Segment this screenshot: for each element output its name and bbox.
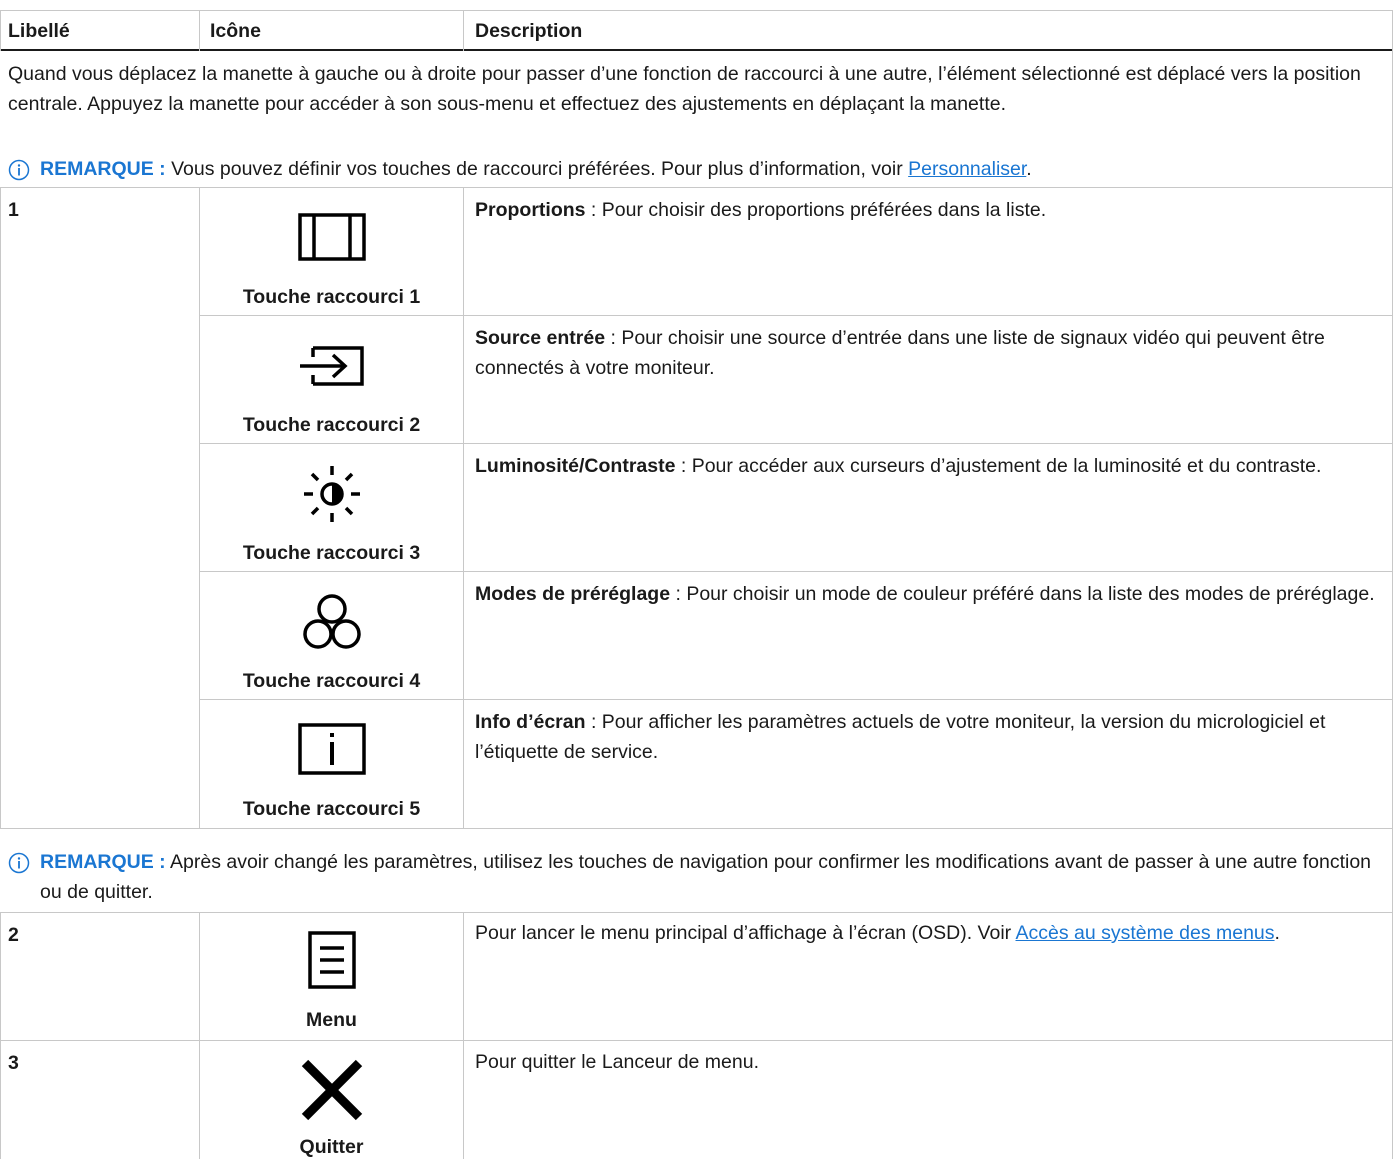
aspect-ratio-icon xyxy=(297,213,366,261)
exit-description: Pour quitter le Lanceur de menu. xyxy=(475,1051,760,1073)
note-2: REMARQUE : Après avoir changé les paramè… xyxy=(40,847,1385,907)
divider xyxy=(0,912,1393,913)
brightness-icon xyxy=(303,466,360,522)
desc-text: : Pour afficher les paramètres actuels d… xyxy=(475,711,1326,763)
shortcut-1-icon xyxy=(200,212,463,262)
desc-text: : Pour choisir un mode de couleur préfér… xyxy=(670,583,1375,605)
menu-caption: Menu xyxy=(306,1009,357,1031)
menu-icon-cell xyxy=(200,930,463,990)
shortcut-2-icon xyxy=(200,345,463,387)
desc-title: Info d’écran xyxy=(475,711,586,733)
menu-icon xyxy=(307,931,356,989)
desc-text: : Pour accéder aux curseurs d’ajustement… xyxy=(675,455,1322,477)
desc-title: Proportions xyxy=(475,199,586,221)
shortcut-2-caption: Touche raccourci 2 xyxy=(242,414,421,436)
info-icon xyxy=(8,159,30,181)
exit-caption: Quitter xyxy=(299,1136,364,1158)
note-label: REMARQUE : xyxy=(40,851,166,873)
desc-text: Pour lancer le menu principal d’affichag… xyxy=(475,922,1016,944)
menu-description: Pour lancer le menu principal d’affichag… xyxy=(475,918,1375,948)
row-number: 3 xyxy=(8,1052,19,1074)
col-divider xyxy=(199,10,200,51)
row-number: 1 xyxy=(8,199,19,221)
close-icon xyxy=(301,1059,362,1121)
divider xyxy=(200,315,1393,316)
shortcut-5-caption: Touche raccourci 5 xyxy=(242,798,421,820)
border-left xyxy=(0,10,1,51)
header-underline xyxy=(0,49,1393,51)
divider xyxy=(200,571,1393,572)
col-divider xyxy=(463,912,464,1159)
header-icon: Icône xyxy=(210,20,261,42)
col-divider xyxy=(463,187,464,828)
header-label: Libellé xyxy=(8,20,70,42)
header-description: Description xyxy=(475,20,583,42)
shortcut-5-icon xyxy=(200,722,463,776)
shortcut-2-description: Source entrée : Pour choisir une source … xyxy=(475,323,1375,383)
preset-modes-icon xyxy=(302,594,361,649)
shortcut-4-icon xyxy=(200,592,463,652)
shortcut-3-icon xyxy=(200,463,463,525)
shortcut-1-caption: Touche raccourci 1 xyxy=(242,286,421,308)
shortcut-1-description: Proportions : Pour choisir des proportio… xyxy=(475,195,1375,225)
display-info-icon xyxy=(297,723,366,775)
personnaliser-link[interactable]: Personnaliser xyxy=(908,158,1026,180)
desc-text: : Pour choisir des proportions préférées… xyxy=(585,199,1047,221)
desc-punct: . xyxy=(1274,922,1280,944)
note-text: Après avoir changé les paramètres, utili… xyxy=(40,851,1372,903)
divider xyxy=(0,187,1393,188)
shortcut-3-caption: Touche raccourci 3 xyxy=(242,542,421,564)
desc-title: Modes de préréglage xyxy=(475,583,671,605)
border-left xyxy=(0,187,1,828)
row-number: 2 xyxy=(8,924,19,946)
shortcut-4-caption: Touche raccourci 4 xyxy=(242,670,421,692)
shortcut-3-description: Luminosité/Contraste : Pour accéder aux … xyxy=(475,451,1375,481)
shortcut-5-description: Info d’écran : Pour afficher les paramèt… xyxy=(475,707,1375,767)
note-text: Vous pouvez définir vos touches de racco… xyxy=(165,158,909,180)
intro-paragraph: Quand vous déplacez la manette à gauche … xyxy=(8,63,1361,115)
exit-icon-cell xyxy=(200,1057,463,1123)
menu-access-link[interactable]: Accès au système des menus xyxy=(1016,922,1275,944)
border-left xyxy=(0,912,1,1159)
divider xyxy=(200,699,1393,700)
table-top-border xyxy=(0,10,1393,11)
desc-title: Source entrée xyxy=(475,327,606,349)
desc-title: Luminosité/Contraste xyxy=(475,455,676,477)
note-label: REMARQUE : xyxy=(40,158,166,180)
divider xyxy=(200,443,1393,444)
info-icon xyxy=(8,852,30,874)
note-1: REMARQUE : Vous pouvez définir vos touch… xyxy=(40,154,1380,184)
divider xyxy=(0,1040,1393,1041)
input-source-icon xyxy=(299,346,364,386)
col-divider xyxy=(463,10,464,51)
note-punct: . xyxy=(1026,158,1032,180)
shortcut-4-description: Modes de préréglage : Pour choisir un mo… xyxy=(475,579,1375,609)
divider xyxy=(0,828,1393,829)
